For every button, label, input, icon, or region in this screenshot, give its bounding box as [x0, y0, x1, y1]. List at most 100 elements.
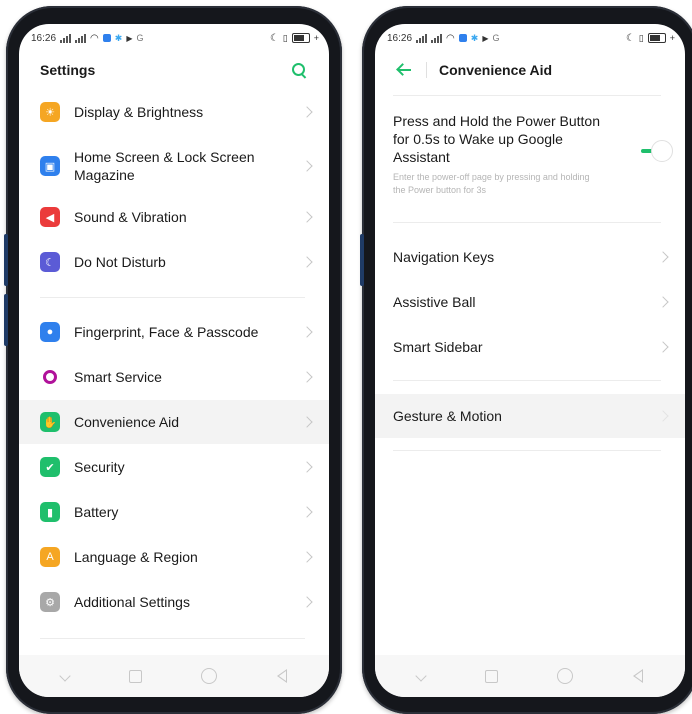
menu-item-label: Battery: [74, 504, 119, 520]
ring-icon: [40, 367, 60, 387]
moon-status-icon: ☾: [269, 32, 279, 44]
chevron-right-icon: [301, 211, 313, 223]
status-bar: 16:26 ◠ ✱ ▶ G ☾ ▯ +: [19, 24, 329, 52]
menu-item-label: Sound & Vibration: [74, 209, 187, 225]
chevron-right-icon: [301, 461, 313, 473]
toggle-knob: [651, 140, 673, 162]
menu-item-smart-service[interactable]: Smart Service: [19, 355, 329, 399]
page-title: Convenience Aid: [439, 62, 553, 78]
moon-icon: ☾: [40, 252, 60, 272]
chevron-right-icon: [301, 416, 313, 428]
recents-button[interactable]: [484, 669, 498, 683]
divider: [393, 450, 661, 451]
power-button-assistant-setting[interactable]: Press and Hold the Power Button for 0.5s…: [393, 112, 673, 197]
setting-description: Enter the power-off page by pressing and…: [393, 172, 590, 195]
menu-item-label: Assistive Ball: [393, 294, 476, 310]
chevron-down-icon[interactable]: [415, 670, 427, 682]
menu-item-fingerprint[interactable]: ● Fingerprint, Face & Passcode: [19, 310, 329, 354]
menu-item-navigation-keys[interactable]: Navigation Keys: [375, 235, 685, 279]
notification-icon: ✱: [114, 32, 123, 43]
charging-icon: +: [669, 33, 675, 43]
menu-item-home-screen[interactable]: ▣ Home Screen & Lock Screen Magazine: [19, 138, 329, 194]
chevron-right-icon: [301, 106, 313, 118]
menu-item-label: Do Not Disturb: [74, 254, 166, 270]
speaker-icon: ◀: [40, 207, 60, 227]
signal-icon: [431, 33, 443, 43]
signal-icon: [60, 33, 72, 43]
chevron-right-icon: [301, 160, 313, 172]
menu-item-label: Security: [74, 459, 125, 475]
menu-item-assistive-ball[interactable]: Assistive Ball: [375, 280, 685, 324]
chevron-right-icon: [657, 296, 669, 308]
home-button[interactable]: [557, 668, 574, 684]
home-button[interactable]: [201, 668, 218, 684]
vibrate-icon: ▯: [638, 32, 644, 43]
battery-icon: [647, 33, 666, 43]
page-header: Settings: [19, 52, 329, 88]
battery-icon: [291, 33, 310, 43]
chevron-right-icon: [301, 326, 313, 338]
page-title: Settings: [40, 62, 96, 78]
menu-item-security[interactable]: ✔ Security: [19, 445, 329, 489]
chevron-right-icon: [301, 596, 313, 608]
menu-item-label: Fingerprint, Face & Passcode: [74, 324, 259, 340]
menu-item-convenience-aid[interactable]: ✋ Convenience Aid: [19, 400, 329, 444]
menu-item-label: Convenience Aid: [74, 414, 180, 430]
left-phone-frame: 16:26 ◠ ✱ ▶ G ☾ ▯ + Settings ☀ Display &: [4, 6, 342, 714]
back-button[interactable]: [633, 669, 644, 683]
menu-item-label: Display & Brightness: [74, 104, 204, 120]
divider: [40, 638, 305, 639]
charging-icon: +: [313, 33, 319, 43]
navigation-bar: [375, 655, 685, 697]
menu-item-label: Gesture & Motion: [393, 408, 502, 424]
menu-item-label: Smart Sidebar: [393, 339, 483, 355]
volume-button: [4, 234, 8, 286]
back-button[interactable]: [277, 669, 288, 683]
notification-icon: ✱: [470, 32, 479, 43]
chevron-right-icon: [301, 506, 313, 518]
battery-icon: ▮: [40, 502, 60, 522]
divider: [393, 95, 661, 96]
volume-button: [4, 294, 8, 346]
image-icon: ▣: [40, 156, 60, 176]
menu-item-language-region[interactable]: A Language & Region: [19, 535, 329, 579]
sun-icon: ☀: [40, 102, 60, 122]
menu-item-label: Smart Service: [74, 369, 162, 385]
wifi-icon: ◠: [446, 32, 455, 44]
menu-item-do-not-disturb[interactable]: ☾ Do Not Disturb: [19, 240, 329, 284]
menu-item-label: Additional Settings: [74, 594, 190, 610]
divider: [393, 380, 661, 381]
recents-button[interactable]: [128, 669, 142, 683]
settings-screen: 16:26 ◠ ✱ ▶ G ☾ ▯ + Settings ☀ Display &: [19, 24, 329, 697]
menu-item-additional-settings[interactable]: ⚙ Additional Settings: [19, 580, 329, 624]
moon-status-icon: ☾: [625, 32, 635, 44]
divider: [426, 62, 427, 78]
page-header: Convenience Aid: [375, 52, 685, 88]
menu-item-display-brightness[interactable]: ☀ Display & Brightness: [19, 90, 329, 134]
back-arrow-icon[interactable]: [396, 62, 412, 78]
convenience-aid-screen: 16:26 ◠ ✱ ▶ G ☾ ▯ + Convenience Aid Pres…: [375, 24, 685, 697]
gear-icon: ⚙: [40, 592, 60, 612]
chevron-right-icon: [301, 551, 313, 563]
menu-item-smart-sidebar[interactable]: Smart Sidebar: [375, 325, 685, 369]
google-icon: G: [492, 33, 500, 43]
hand-icon: ✋: [40, 412, 60, 432]
google-icon: G: [136, 33, 144, 43]
menu-item-sound-vibration[interactable]: ◀ Sound & Vibration: [19, 195, 329, 239]
chevron-down-icon[interactable]: [59, 670, 71, 682]
menu-item-label: Home Screen & Lock Screen Magazine: [74, 149, 255, 183]
chevron-right-icon: [301, 371, 313, 383]
chevron-right-icon: [657, 341, 669, 353]
signal-icon: [75, 33, 87, 43]
chevron-right-icon: [657, 251, 669, 263]
chevron-right-icon: [657, 410, 669, 422]
assistant-toggle-switch[interactable]: [639, 140, 673, 162]
menu-item-battery[interactable]: ▮ Battery: [19, 490, 329, 534]
menu-item-gesture-motion[interactable]: Gesture & Motion: [375, 394, 685, 438]
notification-icon: [102, 34, 111, 42]
search-icon[interactable]: [291, 62, 307, 78]
clock: 16:26: [387, 32, 413, 44]
play-icon: ▶: [482, 33, 489, 43]
play-icon: ▶: [126, 33, 133, 43]
signal-icon: [416, 33, 428, 43]
